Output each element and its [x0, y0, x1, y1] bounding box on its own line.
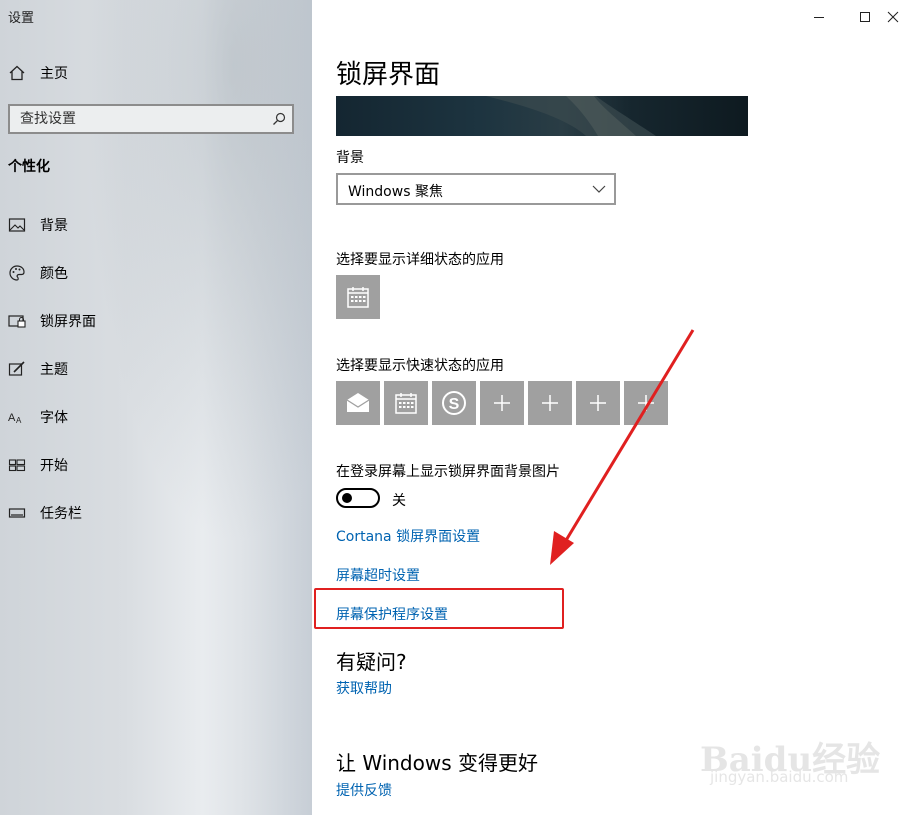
quick-status-tile-skype[interactable]: S: [432, 381, 476, 425]
toggle-state-label: 关: [392, 493, 406, 509]
sidebar: 设置 主页 个性化 背景 颜色 锁屏界面 主题 AA 字体 开始 任务栏: [0, 0, 312, 815]
quick-status-tile-add[interactable]: [480, 381, 524, 425]
toggle-knob: [342, 493, 352, 503]
get-help-link[interactable]: 获取帮助: [336, 678, 392, 698]
sidebar-item-taskbar[interactable]: 任务栏: [8, 501, 82, 525]
home-icon: [9, 65, 25, 81]
minimize-button[interactable]: [796, 2, 842, 32]
background-dropdown-value: Windows 聚焦: [348, 184, 443, 200]
sidebar-item-start[interactable]: 开始: [8, 453, 68, 477]
quick-status-label: 选择要显示快速状态的应用: [336, 358, 504, 374]
detailed-status-app-tile[interactable]: [336, 275, 380, 319]
palette-icon: [9, 265, 25, 281]
signin-background-label: 在登录屏幕上显示锁屏界面背景图片: [336, 464, 560, 480]
svg-text:S: S: [449, 396, 460, 413]
close-icon: [887, 11, 899, 23]
svg-text:A: A: [16, 416, 22, 425]
page-title: 锁屏界面: [336, 60, 441, 90]
sidebar-item-themes[interactable]: 主题: [8, 357, 68, 381]
start-icon: [8, 459, 26, 472]
feedback-link[interactable]: 提供反馈: [336, 780, 392, 800]
sidebar-item-label: 颜色: [40, 266, 68, 282]
quick-status-tile-mail[interactable]: [336, 381, 380, 425]
skype-icon: S: [442, 391, 466, 415]
annotation-arrow-icon: [550, 329, 695, 565]
annotation-highlight-box: [314, 588, 564, 629]
search-box[interactable]: [8, 104, 294, 134]
sidebar-item-colors[interactable]: 颜色: [8, 261, 68, 285]
search-input[interactable]: [20, 111, 260, 127]
preview-image: [486, 96, 656, 136]
question-heading: 有疑问?: [336, 650, 407, 674]
screen-timeout-link[interactable]: 屏幕超时设置: [336, 565, 420, 585]
home-label: 主页: [40, 66, 68, 82]
lock-screen-preview: [336, 96, 748, 136]
detailed-status-label: 选择要显示详细状态的应用: [336, 252, 504, 268]
close-button[interactable]: [870, 2, 916, 32]
font-icon: AA: [8, 412, 22, 425]
sidebar-item-label: 任务栏: [40, 506, 82, 522]
mail-icon: [346, 393, 370, 412]
improve-heading: 让 Windows 变得更好: [336, 751, 538, 775]
sidebar-item-label: 开始: [40, 458, 68, 474]
lock-screen-icon: [8, 315, 26, 328]
theme-icon: [8, 361, 25, 376]
sidebar-item-label: 锁屏界面: [40, 314, 96, 330]
minimize-icon: [814, 17, 824, 18]
chevron-down-icon: [592, 185, 606, 193]
background-label: 背景: [336, 150, 364, 166]
taskbar-icon: [8, 508, 26, 518]
calendar-icon: [347, 287, 369, 308]
sidebar-item-label: 字体: [40, 410, 68, 426]
baidu-watermark: Baidu经验 jingyan.baidu.com: [700, 712, 910, 802]
cortana-lock-screen-link[interactable]: Cortana 锁屏界面设置: [336, 526, 480, 546]
plus-icon: [494, 395, 510, 411]
quick-status-tile-calendar[interactable]: [384, 381, 428, 425]
signin-background-toggle[interactable]: [336, 488, 380, 508]
background-dropdown[interactable]: Windows 聚焦: [336, 173, 616, 205]
home-nav-item[interactable]: 主页: [8, 62, 68, 84]
sidebar-item-lock-screen[interactable]: 锁屏界面: [8, 309, 96, 333]
section-title: 个性化: [8, 159, 50, 175]
picture-icon: [8, 218, 26, 232]
sidebar-item-label: 背景: [40, 218, 68, 234]
sidebar-item-fonts[interactable]: AA 字体: [8, 405, 68, 429]
sidebar-item-background[interactable]: 背景: [8, 213, 68, 237]
calendar-icon: [395, 393, 417, 414]
svg-text:A: A: [8, 412, 16, 424]
app-title: 设置: [8, 11, 35, 26]
watermark-url: jingyan.baidu.com: [710, 768, 849, 786]
search-icon[interactable]: [272, 112, 286, 126]
sidebar-item-label: 主题: [40, 362, 68, 378]
